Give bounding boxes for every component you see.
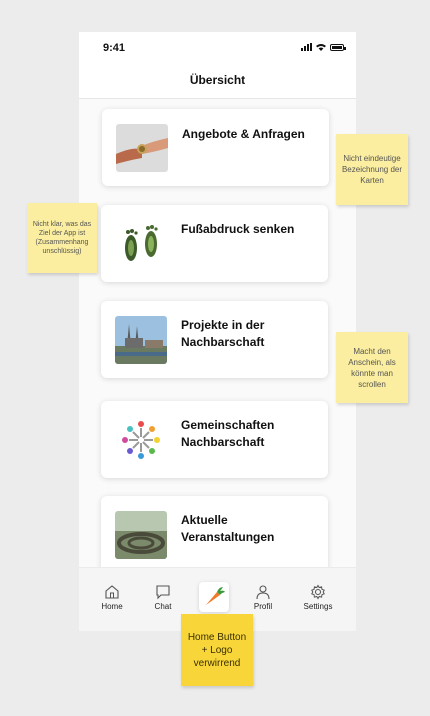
tab-label: Home	[101, 602, 123, 611]
cathedral-city-image	[115, 316, 167, 364]
phone-screen: 9:41 Übersicht Angebote & Anfragen Fußab…	[79, 32, 356, 631]
card-label: Fußabdruck senken	[181, 222, 295, 236]
home-icon	[105, 585, 119, 599]
sticky-note-right-mid: Macht den Anschein, als könnte man scrol…	[336, 332, 408, 403]
carrot-logo-icon	[206, 587, 225, 605]
page-title: Übersicht	[189, 73, 246, 87]
tab-profil[interactable]: Profil	[241, 584, 285, 611]
status-bar: 9:41	[79, 32, 356, 66]
signal-icon	[301, 43, 312, 51]
hands-giving-image	[116, 124, 168, 172]
status-icons	[301, 43, 346, 51]
chat-icon	[156, 585, 170, 600]
footprints-image	[115, 220, 167, 268]
tab-chat[interactable]: Chat	[141, 584, 185, 611]
tab-settings[interactable]: Settings	[296, 584, 340, 611]
crowd-event-image	[115, 511, 167, 559]
sticky-note-right-top: Nicht eindeutige Bezeichnung der Karten	[336, 134, 408, 205]
sticky-note-left: Nicht klar, was das Ziel der App ist (Zu…	[27, 203, 97, 273]
card-label: Angebote & Anfragen	[182, 127, 305, 141]
card-fussabdruck-senken[interactable]: Fußabdruck senken	[101, 205, 328, 282]
settings-icon	[311, 584, 325, 600]
wifi-icon	[316, 44, 326, 51]
status-time: 9:41	[103, 42, 126, 54]
tab-label: Profil	[253, 602, 273, 611]
sticky-note-bottom: Home Button + Logo verwirrend	[181, 614, 253, 686]
card-aktuelle-veranstaltungen[interactable]: Aktuelle Veranstaltungen	[101, 496, 328, 567]
card-label: Gemeinschaften Nachbarschaft	[181, 418, 275, 449]
people-circle-image	[115, 416, 167, 464]
card-gemeinschaften-nachbarschaft[interactable]: Gemeinschaften Nachbarschaft	[101, 401, 328, 478]
tab-home[interactable]: Home	[90, 584, 134, 611]
card-projekte-nachbarschaft[interactable]: Projekte in der Nachbarschaft	[101, 301, 328, 378]
home-logo-button[interactable]	[199, 582, 229, 612]
card-angebote-anfragen[interactable]: Angebote & Anfragen	[102, 109, 329, 186]
profile-icon	[256, 585, 270, 600]
card-label: Aktuelle Veranstaltungen	[181, 513, 275, 544]
battery-icon	[330, 43, 346, 51]
tab-label: Settings	[303, 602, 333, 611]
card-label: Projekte in der Nachbarschaft	[181, 318, 265, 349]
tab-label: Chat	[154, 602, 172, 611]
card-list[interactable]: Angebote & Anfragen Fußabdruck senken Pr…	[79, 99, 356, 567]
